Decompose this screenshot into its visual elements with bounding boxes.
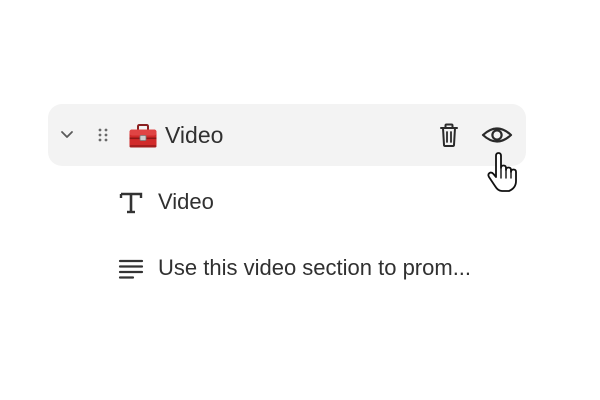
chevron-down-icon[interactable] xyxy=(58,125,76,143)
toolbox-icon xyxy=(129,124,157,148)
text-heading-icon xyxy=(119,192,143,214)
block-item-heading[interactable]: Video xyxy=(110,180,550,224)
block-label: Use this video section to prom... xyxy=(158,255,472,280)
section-tree: Video Video Use this video section to pr… xyxy=(0,0,600,400)
eye-icon[interactable] xyxy=(480,120,514,150)
drag-handle-icon[interactable] xyxy=(96,127,110,143)
block-label: Video xyxy=(158,189,214,214)
block-item-text[interactable]: Use this video section to prom... xyxy=(110,246,550,290)
section-label: Video xyxy=(165,122,224,148)
delete-icon[interactable] xyxy=(434,120,464,150)
section-item-video[interactable]: Video xyxy=(48,104,526,166)
paragraph-icon xyxy=(118,259,144,279)
